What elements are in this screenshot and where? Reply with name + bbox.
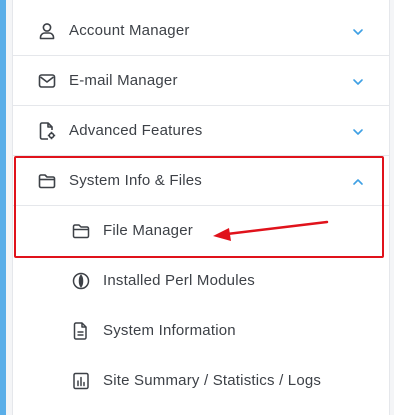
submenu-item-label: Installed Perl Modules bbox=[103, 272, 255, 289]
chevron-down-icon[interactable] bbox=[351, 75, 365, 89]
menu-item-label: E-mail Manager bbox=[69, 72, 178, 89]
submenu-item-label: Site Summary / Statistics / Logs bbox=[103, 372, 322, 389]
menu-item-label: Advanced Features bbox=[69, 122, 203, 139]
menu-item-account-manager[interactable]: Account Manager bbox=[13, 6, 389, 56]
document-gear-icon bbox=[37, 121, 57, 141]
submenu-item-system-information[interactable]: System Information bbox=[13, 306, 389, 356]
menu-item-advanced-features[interactable]: Advanced Features bbox=[13, 106, 389, 156]
user-icon bbox=[37, 21, 57, 41]
envelope-icon bbox=[37, 71, 57, 91]
bar-chart-icon bbox=[71, 371, 91, 391]
document-icon bbox=[71, 321, 91, 341]
submenu-item-label: System Information bbox=[103, 322, 236, 339]
perl-icon bbox=[71, 271, 91, 291]
submenu-item-site-summary[interactable]: Site Summary / Statistics / Logs bbox=[13, 356, 389, 406]
annotation-arrow bbox=[213, 220, 329, 241]
menu-item-label: Account Manager bbox=[69, 22, 190, 39]
submenu-item-installed-perl-modules[interactable]: Installed Perl Modules bbox=[13, 256, 389, 306]
chevron-down-icon[interactable] bbox=[351, 125, 365, 139]
menu-item-email-manager[interactable]: E-mail Manager bbox=[13, 56, 389, 106]
chevron-down-icon[interactable] bbox=[351, 25, 365, 39]
